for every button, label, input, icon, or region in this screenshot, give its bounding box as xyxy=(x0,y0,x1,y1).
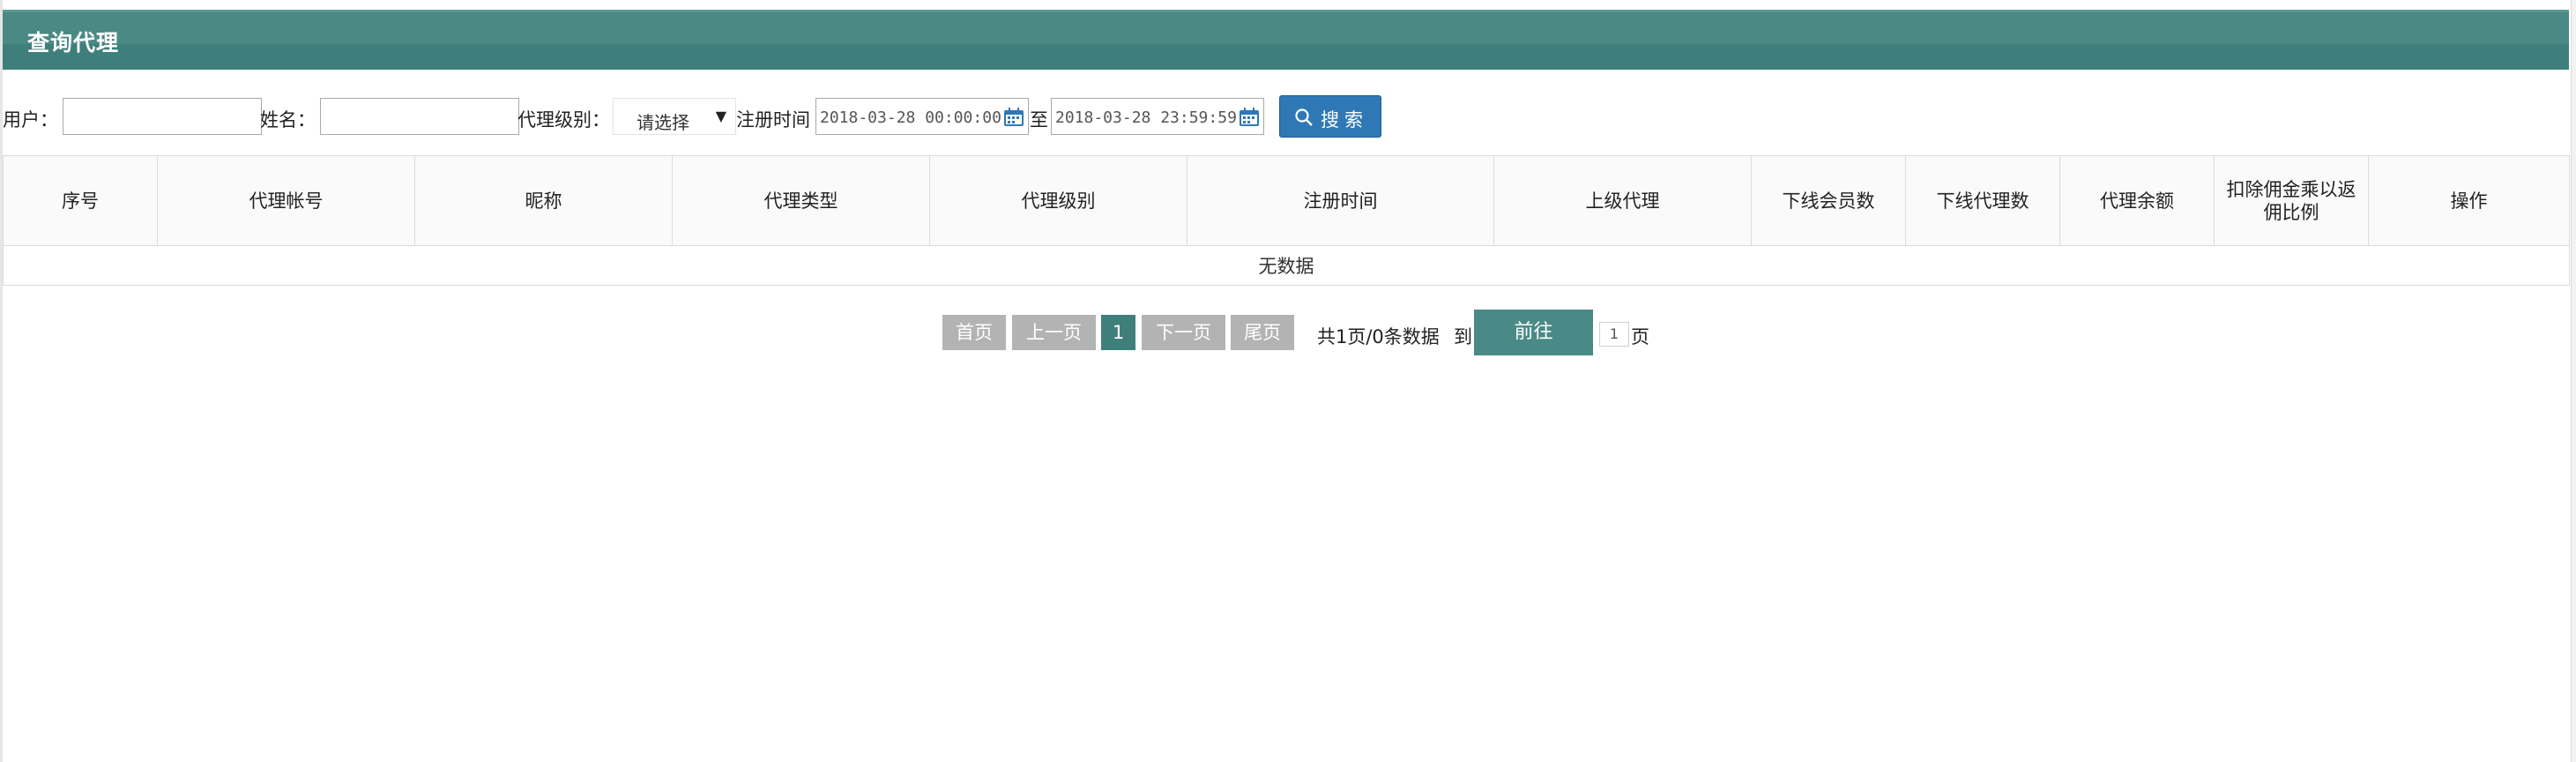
calendar-icon[interactable] xyxy=(1239,108,1260,127)
search-icon xyxy=(1295,108,1313,126)
page-header: 查询代理 xyxy=(3,10,2569,70)
date-from-field[interactable]: 2018-03-28 00:00:00 xyxy=(815,98,1029,135)
col-header-actions: 操作 xyxy=(2368,155,2570,246)
page-title: 查询代理 xyxy=(27,30,120,56)
user-input[interactable] xyxy=(63,98,262,135)
date-to-field[interactable]: 2018-03-28 23:59:59 xyxy=(1051,98,1264,135)
last-page-button[interactable]: 尾页 xyxy=(1231,315,1294,350)
right-scrollbar[interactable] xyxy=(2571,0,2576,762)
col-header-nickname: 昵称 xyxy=(414,155,673,246)
reg-time-label: 注册时间 xyxy=(736,109,810,131)
table-row: 无数据 xyxy=(3,245,2570,286)
calendar-icon[interactable] xyxy=(1003,108,1024,127)
col-header-commission-ratio: 扣除佣金乘以返佣比例 xyxy=(2214,155,2369,246)
col-header-agent-count: 下线代理数 xyxy=(1905,155,2060,246)
agent-level-label: 代理级别： xyxy=(517,109,610,131)
go-page-button[interactable]: 前往 xyxy=(1474,310,1593,355)
agent-level-selected: 请选择 xyxy=(637,112,689,133)
header-highlight xyxy=(3,12,2569,44)
page-unit-label: 页 xyxy=(1631,326,1649,347)
next-page-button[interactable]: 下一页 xyxy=(1142,315,1225,350)
search-button[interactable]: 搜索 xyxy=(1279,95,1381,138)
col-header-reg-time: 注册时间 xyxy=(1187,155,1494,246)
empty-state-text: 无数据 xyxy=(3,245,2570,286)
prev-page-button[interactable]: 上一页 xyxy=(1012,315,1096,350)
date-range-separator: 至 xyxy=(1030,109,1048,131)
filter-toolbar: 用户： 姓名： 代理级别： 请选择 ▼ 注册时间 2018-03-28 00:0… xyxy=(3,95,1501,138)
pagination: 首页 上一页 1 下一页 尾页 共1页/0条数据 到 前往 1 页 xyxy=(0,310,2576,355)
dropdown-arrow-icon: ▼ xyxy=(715,108,726,124)
date-to-value: 2018-03-28 23:59:59 xyxy=(1055,108,1237,127)
agent-level-select[interactable]: 请选择 ▼ xyxy=(613,98,736,135)
col-header-type: 代理类型 xyxy=(672,155,930,246)
current-page-button[interactable]: 1 xyxy=(1101,315,1135,350)
table-header-row: 序号 代理帐号 昵称 代理类型 代理级别 注册时间 上级代理 下线会员数 下线代… xyxy=(3,155,2570,246)
col-header-index: 序号 xyxy=(3,155,158,246)
col-header-parent-agent: 上级代理 xyxy=(1493,155,1752,246)
date-from-value: 2018-03-28 00:00:00 xyxy=(820,108,1001,127)
first-page-button[interactable]: 首页 xyxy=(942,315,1006,350)
agent-table: 序号 代理帐号 昵称 代理类型 代理级别 注册时间 上级代理 下线会员数 下线代… xyxy=(3,155,2570,286)
goto-label: 到 xyxy=(1454,326,1472,347)
name-input[interactable] xyxy=(320,98,519,135)
name-label: 姓名： xyxy=(260,109,316,131)
col-header-level: 代理级别 xyxy=(929,155,1187,246)
search-button-label: 搜索 xyxy=(1321,109,1368,131)
page-summary: 共1页/0条数据 xyxy=(1317,326,1440,347)
col-header-balance: 代理余额 xyxy=(2059,155,2215,246)
col-header-account: 代理帐号 xyxy=(157,155,415,246)
user-label: 用户： xyxy=(3,109,58,131)
col-header-member-count: 下线会员数 xyxy=(1751,155,1906,246)
page-number-input[interactable]: 1 xyxy=(1599,322,1629,347)
